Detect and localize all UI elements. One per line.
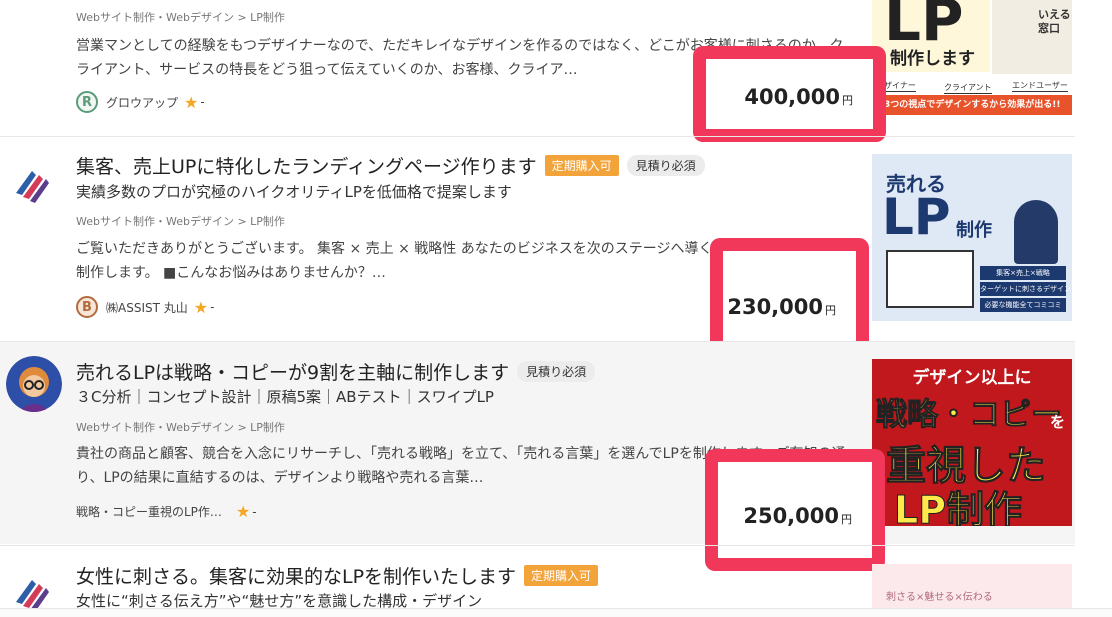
listing-thumbnail[interactable]: 刺さる×魅せる×伝わる bbox=[872, 564, 1072, 608]
seller-avatar[interactable] bbox=[6, 356, 62, 412]
star-icon: ★ bbox=[235, 502, 251, 521]
thumbnail-person bbox=[1014, 200, 1058, 264]
seller-info[interactable]: B ㈱ASSIST 丸山 ★ - bbox=[76, 296, 214, 318]
subscription-badge: 定期購入可 bbox=[544, 155, 619, 176]
listing-category[interactable]: Webサイト制作・Webデザイン > LP制作 bbox=[76, 419, 285, 435]
thumbnail-role-label: クライアント bbox=[944, 83, 992, 94]
price-label[interactable]: 230,000 円 bbox=[727, 295, 836, 319]
listing-card[interactable]: 売れるLPは戦略・コピーが9割を主軸に制作します 見積り必須 ３C分析｜コンセプト… bbox=[0, 342, 1075, 571]
seller-info[interactable]: R グロウアップ ★ - bbox=[76, 91, 205, 113]
thumbnail-subheading: 制作 bbox=[956, 220, 992, 241]
star-icon: ★ bbox=[184, 92, 199, 112]
price-value: 400,000 bbox=[744, 85, 840, 109]
service-listing: Webサイト制作・Webデザイン > LP制作 営業マンとしての経験をもつデザイ… bbox=[0, 0, 1112, 617]
seller-name[interactable]: グロウアップ bbox=[106, 94, 178, 111]
star-icon: ★ bbox=[193, 297, 209, 317]
listing-card[interactable]: 女性に刺さる。集客に効果的なLPを制作いたします 定期購入可 女性に“刺さる伝え方… bbox=[0, 546, 1075, 617]
rating-value: - bbox=[252, 504, 257, 519]
price-highlight: 400,000 円 bbox=[693, 46, 886, 142]
seller-name[interactable]: 戦略・コピー重視のLP作… bbox=[76, 503, 222, 520]
listing-title-text[interactable]: 集客、売上UPに特化したランディングページ作ります bbox=[76, 156, 537, 178]
rating-value: - bbox=[210, 300, 215, 314]
thumbnail-phone-mock: いえる 窓口 bbox=[992, 0, 1072, 74]
listing-thumbnail[interactable]: LP 制作します いえる 窓口 デザイナー クライアント エンドユーザー 3つの… bbox=[872, 0, 1072, 116]
thumbnail-text: デザイン以上に bbox=[912, 368, 1032, 388]
currency-unit: 円 bbox=[825, 304, 836, 317]
listing-card[interactable]: Webサイト制作・Webデザイン > LP制作 営業マンとしての経験をもつデザイ… bbox=[0, 0, 1075, 142]
listing-subtitle: 実績多数のプロが究極のハイクオリティLPを低価格で提案します bbox=[76, 183, 512, 201]
price-label[interactable]: 400,000 円 bbox=[744, 85, 853, 109]
subscription-badge: 定期購入可 bbox=[524, 565, 599, 586]
thumbnail-heading: LP bbox=[882, 188, 951, 246]
rating-value: - bbox=[200, 95, 205, 109]
thumbnail-heading: LP制作 bbox=[893, 488, 1023, 527]
thumbnail-text: を bbox=[1050, 413, 1066, 431]
listing-title[interactable]: 売れるLPは戦略・コピーが9割を主軸に制作します 見積り必須 bbox=[76, 358, 596, 385]
listing-category[interactable]: Webサイト制作・Webデザイン > LP制作 bbox=[76, 9, 285, 25]
thumbnail-role-label: エンドユーザー bbox=[1012, 81, 1068, 92]
price-value: 230,000 bbox=[727, 295, 823, 319]
quote-required-badge: 見積り必須 bbox=[626, 155, 705, 176]
seller-avatar[interactable] bbox=[6, 159, 58, 211]
thumbnail-phone-mock bbox=[886, 250, 974, 308]
bottom-scroll-edge bbox=[0, 608, 1112, 617]
price-label[interactable]: 250,000 円 bbox=[743, 504, 852, 528]
listing-card[interactable]: 集客、売上UPに特化したランディングページ作ります 定期購入可 見積り必須 実績多数… bbox=[0, 137, 1075, 365]
currency-unit: 円 bbox=[841, 513, 852, 526]
thumbnail-text: 刺さる×魅せる×伝わる bbox=[886, 592, 993, 603]
thumbnail-feature: ターゲットに刺さるデザイン bbox=[980, 282, 1071, 296]
seller-logo-icon bbox=[6, 159, 58, 211]
seller-avatar-illustration-icon bbox=[6, 356, 62, 412]
thumbnail-feature: 必要な機能全てコミコミ bbox=[980, 298, 1066, 312]
currency-unit: 円 bbox=[842, 94, 853, 107]
thumbnail-footer: 3つの視点でデザインするから効果が出る!! bbox=[872, 95, 1072, 115]
price-value: 250,000 bbox=[743, 504, 839, 528]
seller-rank-badge: R bbox=[76, 91, 98, 113]
listing-subtitle: ３C分析｜コンセプト設計｜原稿5案｜ABテスト｜スワイプLP bbox=[76, 388, 494, 406]
thumbnail-heading: 戦略・コピー bbox=[876, 397, 1063, 434]
quote-required-badge: 見積り必須 bbox=[517, 361, 596, 382]
listing-title[interactable]: 集客、売上UPに特化したランディングページ作ります 定期購入可 見積り必須 bbox=[76, 152, 705, 179]
listing-thumbnail[interactable]: 売れる LP 制作 集客×売上×戦略 ターゲットに刺さるデザイン 必要な機能全て… bbox=[872, 154, 1072, 321]
listing-title[interactable]: 女性に刺さる。集客に効果的なLPを制作いたします 定期購入可 bbox=[76, 562, 599, 589]
listing-title-text[interactable]: 女性に刺さる。集客に効果的なLPを制作いたします bbox=[76, 566, 516, 588]
seller-rank-badge: B bbox=[76, 296, 98, 318]
thumbnail-text: 窓口 bbox=[1038, 22, 1060, 35]
thumbnail-subheading: 制作します bbox=[890, 49, 975, 69]
listing-category[interactable]: Webサイト制作・Webデザイン > LP制作 bbox=[76, 213, 285, 229]
listing-title-text[interactable]: 売れるLPは戦略・コピーが9割を主軸に制作します bbox=[76, 362, 509, 384]
seller-info[interactable]: 戦略・コピー重視のLP作… ★ - bbox=[76, 502, 257, 521]
seller-name[interactable]: ㈱ASSIST 丸山 bbox=[106, 299, 188, 316]
listing-thumbnail[interactable]: デザイン以上に 戦略・コピー を 重視した LP制作 bbox=[872, 359, 1072, 526]
thumbnail-feature: 集客×売上×戦略 bbox=[980, 266, 1066, 280]
